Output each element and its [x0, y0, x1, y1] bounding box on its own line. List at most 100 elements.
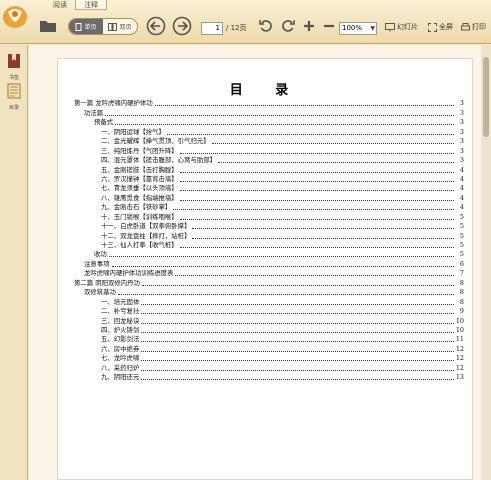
tab-annotate[interactable]: 注释	[75, 0, 107, 10]
toc-entry-text: 九、阴阳还元	[101, 373, 140, 382]
toc-leader-dots	[179, 180, 454, 182]
toc-entry-page: 3	[459, 99, 464, 108]
plus-icon	[304, 21, 314, 31]
rotate-right-button[interactable]	[280, 18, 296, 34]
toc-entry-text: 收功	[94, 250, 107, 259]
tab-read[interactable]: 阅读	[45, 0, 75, 10]
toc-entry-page: 4	[459, 165, 464, 174]
toc-entry-text: 龙吟虎啸内硬护体功训练进度表	[84, 269, 174, 278]
toc-entry-page: 5	[459, 250, 464, 259]
double-page-label: 双页	[119, 24, 132, 31]
zoom-in-button[interactable]	[302, 18, 316, 34]
zoom-select[interactable]: 100% ▼	[339, 22, 377, 35]
toc-entry[interactable]: 十二、双龙盘柱【摔打，站桩】 5	[74, 231, 464, 240]
toc-entry-page: 9	[459, 307, 464, 316]
toc-leader-dots	[211, 143, 454, 145]
single-page-button[interactable]: 单页	[69, 19, 103, 34]
toc-entry[interactable]: 第二篇 阴阳双修内丹功 8	[74, 278, 464, 287]
toc-entry[interactable]: 预备式 3	[74, 118, 464, 127]
toc-entry-text: 六、罗汉撞钟【靠背击墙】	[101, 174, 178, 183]
toc-entry[interactable]: 二、金光耀辉【捧气贯顶，引气归元】 3	[74, 137, 464, 146]
scrollbar-thumb[interactable]	[483, 57, 489, 137]
previous-page-button[interactable]	[146, 16, 166, 36]
single-page-label: 单页	[84, 24, 97, 31]
toc-entry[interactable]: 八、采药归炉 12	[74, 363, 464, 372]
folder-icon	[40, 21, 56, 32]
toc-entry-page: 13	[455, 373, 464, 382]
toc-leader-dots	[141, 379, 454, 381]
toc-entry-page: 12	[455, 344, 464, 353]
toc-entry-text: 四、炉火铸剑	[101, 325, 140, 334]
toc-entry[interactable]: 功法篇 3	[74, 108, 464, 117]
toc-leader-dots	[141, 284, 454, 286]
sidebar-item-label: 目录	[8, 105, 19, 111]
toc-entry[interactable]: 七、青龙须垂【以头顶墙】 4	[74, 184, 464, 193]
contents-icon	[7, 83, 21, 99]
fullscreen-button[interactable]: 全屏	[428, 20, 453, 34]
toc-entry[interactable]: 九、金刚击石【铁砂掌】 4	[74, 203, 464, 212]
sidebar-item-contents[interactable]: 目录	[3, 83, 25, 111]
toc-leader-dots	[141, 360, 454, 362]
toc-entry[interactable]: 四、混元罩体【搓击腹部，心窝与肋部】 3	[74, 156, 464, 165]
toc-entry[interactable]: 一、培元固体 8	[74, 297, 464, 306]
toc-entry-page: 4	[459, 184, 464, 193]
sidebar-item-bookmarks[interactable]: 书签	[3, 53, 25, 81]
open-file-button[interactable]	[38, 17, 58, 35]
toc-entry-text: 二、金光耀辉【捧气贯顶，引气归元】	[101, 137, 210, 146]
vertical-scrollbar[interactable]	[481, 45, 491, 480]
rotate-left-button[interactable]	[258, 18, 274, 34]
zoom-out-button[interactable]	[322, 18, 336, 34]
toc-leader-dots	[179, 152, 454, 154]
toc-leader-dots	[108, 256, 454, 258]
slideshow-button[interactable]: 幻灯片	[385, 20, 418, 34]
toc-entry[interactable]: 第一篇 龙吟虎啸内硬护体功 3	[74, 99, 464, 108]
toc-entry-page: 10	[455, 316, 464, 325]
toc-entry[interactable]: 五、幻影剑法 11	[74, 335, 464, 344]
toc-leader-dots	[192, 228, 454, 230]
toc-entry[interactable]: 注意事项 6	[74, 259, 464, 268]
toc-entry[interactable]: 收功 5	[74, 250, 464, 259]
next-page-button[interactable]	[172, 16, 192, 36]
page-number-input[interactable]: 1	[201, 22, 223, 35]
document-viewport[interactable]: 目 录 第一篇 龙吟虎啸内硬护体功 3 功法篇 3 预备式 3 一、阴阳运球【拴气】 3 二、金…	[29, 45, 481, 480]
toc-entry-page: 5	[459, 241, 464, 249]
toc-entry-page: 12	[455, 354, 464, 363]
toc-leader-dots	[141, 303, 454, 305]
toc-list: 第一篇 龙吟虎啸内硬护体功 3 功法篇 3 预备式 3 一、阴阳运球【拴气】 3 二、金光耀辉【…	[74, 99, 464, 382]
toc-entry[interactable]: 一、阴阳运球【拴气】 3	[74, 127, 464, 136]
toc-entry[interactable]: 龙吟虎啸内硬护体功训练进度表 7	[74, 269, 464, 278]
toc-entry-text: 第二篇 阴阳双修内丹功	[74, 278, 140, 287]
toc-leader-dots	[154, 105, 454, 107]
toc-entry-page: 3	[459, 127, 464, 136]
toc-entry[interactable]: 三、回龙秘诀 10	[74, 316, 464, 325]
app-logo-icon[interactable]	[2, 2, 28, 30]
toc-entry-page: 8	[459, 297, 464, 306]
toc-entry-text: 七、青龙须垂【以头顶墙】	[101, 184, 178, 193]
toc-entry[interactable]: 六、房中绝券 12	[74, 344, 464, 353]
toc-entry[interactable]: 九、阴阳还元 13	[74, 373, 464, 382]
toc-entry[interactable]: 十、玉门锁喉【训练咽喉】 5	[74, 212, 464, 221]
toc-entry-page: 10	[455, 325, 464, 334]
toc-entry[interactable]: 双修筑基功 8	[74, 288, 464, 297]
toc-entry-page: 12	[455, 363, 464, 372]
toc-entry[interactable]: 三、纯阳炼丹【气团升降】 3	[74, 146, 464, 155]
print-label: 打印	[472, 23, 486, 31]
toc-entry[interactable]: 五、金刚搓肢【击打胸膛】 4	[74, 165, 464, 174]
toc-entry[interactable]: 四、炉火铸剑 10	[74, 326, 464, 335]
toc-entry[interactable]: 七、龙吟虎啸 12	[74, 354, 464, 363]
toc-entry-text: 十一、白虎卧道【双拳俯卧撑】	[101, 222, 191, 231]
toc-entry[interactable]: 二、补亏复壮 9	[74, 307, 464, 316]
print-button[interactable]: 打印	[461, 20, 486, 34]
toc-entry[interactable]: 十一、白虎卧道【双拳俯卧撑】 5	[74, 222, 464, 231]
toc-entry[interactable]: 十三、仙人打拳【收气桩】 5	[74, 241, 464, 250]
left-sidebar: 书签 目录	[0, 45, 28, 480]
toc-leader-dots	[105, 114, 454, 116]
toc-leader-dots	[141, 350, 454, 352]
toc-entry[interactable]: 六、罗汉撞钟【靠背击墙】 4	[74, 175, 464, 184]
toc-entry-page: 5	[459, 222, 464, 231]
toc-leader-dots	[179, 190, 454, 192]
rotate-ccw-icon	[259, 20, 272, 32]
double-page-button[interactable]: 双页	[103, 19, 137, 34]
toc-entry-text: 二、补亏复壮	[101, 307, 140, 316]
toc-entry[interactable]: 八、雄鹰觅食【指端推墙】 4	[74, 193, 464, 202]
